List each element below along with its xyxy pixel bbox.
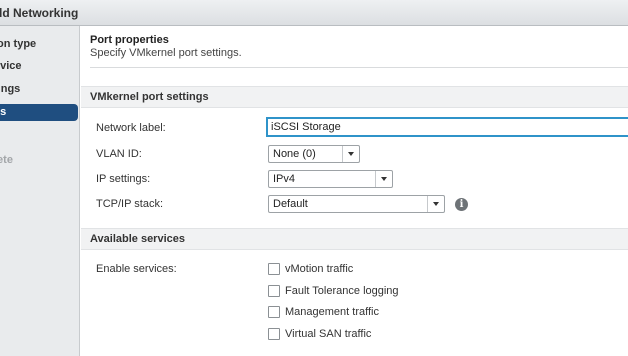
step-connection-type[interactable]: ion type xyxy=(0,36,78,53)
step-label: es xyxy=(0,106,7,118)
wizard-content: Port properties Specify VMkernel port se… xyxy=(81,26,628,356)
section-title: VMkernel port settings xyxy=(90,91,209,103)
enable-services-label: Enable services: xyxy=(96,263,177,275)
network-label-input[interactable]: iSCSI Storage xyxy=(266,117,628,137)
vlan-id-label: VLAN ID: xyxy=(96,148,142,160)
checkbox-label: Management traffic xyxy=(285,306,379,318)
wizard-steps-sidebar: ion type evice tings es lete xyxy=(0,26,80,356)
chevron-down-icon xyxy=(427,196,444,212)
tcpip-stack-value: Default xyxy=(273,198,308,210)
ip-settings-dropdown[interactable]: IPv4 xyxy=(268,170,393,188)
step-label: evice xyxy=(0,60,22,72)
section-available-services: Available services xyxy=(81,228,628,250)
page-subtitle: Specify VMkernel port settings. xyxy=(90,47,242,59)
ip-settings-value: IPv4 xyxy=(273,173,296,185)
step-ready-to-complete: lete xyxy=(0,152,78,169)
page-title: Port properties xyxy=(90,34,169,46)
info-icon[interactable]: i xyxy=(455,198,468,211)
checkbox-label: Virtual SAN traffic xyxy=(285,328,372,340)
step-target-device[interactable]: evice xyxy=(0,58,78,75)
step-port-properties[interactable]: es xyxy=(0,104,78,121)
checkbox-label: vMotion traffic xyxy=(285,263,354,275)
tcpip-stack-label: TCP/IP stack: xyxy=(96,198,164,210)
step-label: lete xyxy=(0,154,13,166)
step-connection-settings[interactable]: tings xyxy=(0,81,78,98)
dialog-titlebar: dd Networking xyxy=(0,0,628,26)
tcpip-stack-dropdown[interactable]: Default xyxy=(268,195,445,213)
checkbox-box[interactable] xyxy=(268,285,280,297)
vlan-id-value: None (0) xyxy=(273,148,316,160)
checkbox-label: Fault Tolerance logging xyxy=(285,285,399,297)
vlan-id-dropdown[interactable]: None (0) xyxy=(268,145,360,163)
checkbox-box[interactable] xyxy=(268,263,280,275)
ip-settings-label: IP settings: xyxy=(96,173,151,185)
checkbox-box[interactable] xyxy=(268,328,280,340)
chevron-down-icon xyxy=(342,146,359,162)
checkbox-box[interactable] xyxy=(268,306,280,318)
section-title: Available services xyxy=(90,233,185,245)
header-divider xyxy=(90,67,628,68)
dialog-title: dd Networking xyxy=(0,6,79,20)
chevron-down-icon xyxy=(375,171,392,187)
step-label: tings xyxy=(0,83,21,95)
step-label: ion type xyxy=(0,38,37,50)
section-vmkernel-port-settings: VMkernel port settings xyxy=(81,86,628,108)
network-label-label: Network label: xyxy=(96,122,166,134)
